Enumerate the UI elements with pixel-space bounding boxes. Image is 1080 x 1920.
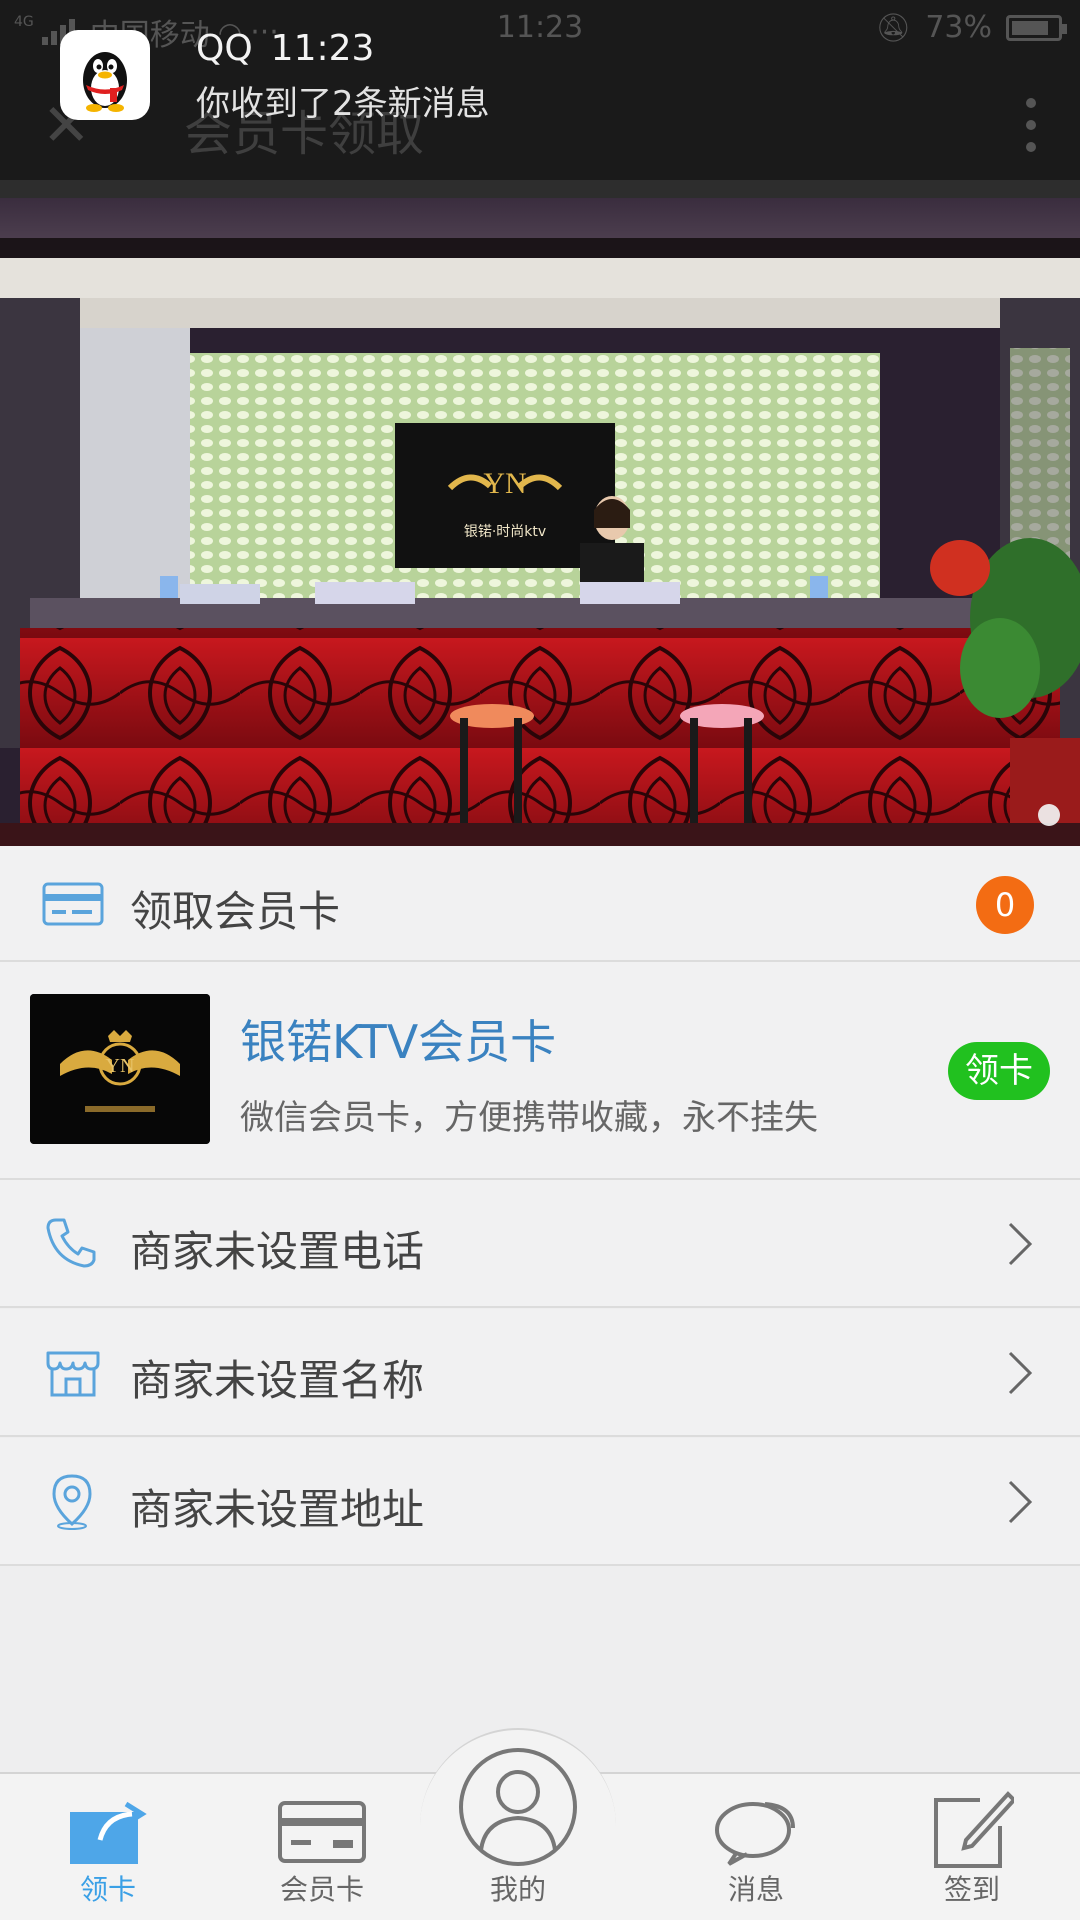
member-card-icon	[277, 1800, 367, 1868]
tab-mine-label: 我的	[489, 1873, 546, 1906]
notification-app-name: QQ	[196, 28, 253, 69]
claim-card-label: 领取会员卡	[130, 887, 341, 936]
claim-count-badge: 0	[976, 876, 1034, 934]
user-icon	[457, 1746, 579, 1872]
banner-sign-text: 银锘·时尚ktv	[464, 524, 546, 540]
tab-sign-in[interactable]: 签到	[904, 1772, 1040, 1920]
notification-message: 你收到了2条新消息	[196, 84, 490, 124]
tab-claim-card-label: 领卡	[79, 1873, 136, 1906]
qq-logo-icon	[60, 30, 150, 120]
tab-messages-label: 消息	[727, 1873, 784, 1906]
card-description: 微信会员卡，方便携带收藏，永不挂失	[240, 1098, 818, 1138]
phone-icon	[44, 1214, 100, 1274]
tab-member-card-label: 会员卡	[279, 1873, 364, 1906]
top-bar: 4G 中国移动 ◠ ··· 11:23 🔕︎ 73% ✕ 会员卡领取 QQ 11…	[0, 0, 1080, 180]
claim-card-header: 领取会员卡 0	[0, 846, 1080, 962]
card-title: 银锘KTV会员卡	[240, 1015, 557, 1069]
sign-in-icon	[930, 1786, 1017, 1874]
chevron-right-icon	[1006, 1220, 1034, 1272]
tab-messages[interactable]: 消息	[688, 1772, 824, 1920]
location-pin-icon	[44, 1472, 100, 1536]
qq-notification[interactable]: QQ 11:23 你收到了2条新消息	[0, 0, 1080, 150]
chevron-right-icon	[1006, 1349, 1034, 1401]
merchant-address-label: 商家未设置地址	[130, 1485, 425, 1534]
chevron-right-icon	[1006, 1478, 1034, 1530]
tab-member-card[interactable]: 会员卡	[254, 1772, 390, 1920]
member-card-item[interactable]: YN 银锘KTV会员卡 微信会员卡，方便携带收藏，永不挂失 领卡	[0, 962, 1080, 1180]
merchant-phone-label: 商家未设置电话	[130, 1227, 425, 1276]
notification-time: 11:23	[270, 28, 375, 69]
merchant-address-row[interactable]: 商家未设置地址	[0, 1438, 1080, 1566]
carousel-indicator[interactable]	[1038, 804, 1060, 826]
claim-card-icon	[66, 1794, 150, 1870]
claim-card-button[interactable]: 领卡	[948, 1042, 1050, 1100]
chat-icon	[713, 1794, 799, 1870]
notification-app: QQ 11:23	[196, 28, 374, 69]
tab-sign-in-label: 签到	[943, 1873, 1000, 1906]
tab-mine[interactable]: 我的	[450, 1740, 586, 1920]
merchant-name-row[interactable]: 商家未设置名称	[0, 1309, 1080, 1437]
card-icon	[42, 882, 104, 930]
tab-claim-card[interactable]: 领卡	[40, 1772, 176, 1920]
svg-text:YN: YN	[106, 1055, 135, 1077]
store-icon	[44, 1343, 102, 1405]
banner-image[interactable]: YN 银锘·时尚ktv	[0, 198, 1080, 846]
merchant-phone-row[interactable]: 商家未设置电话	[0, 1180, 1080, 1308]
header-divider	[0, 180, 1080, 198]
card-thumbnail: YN	[30, 994, 210, 1144]
merchant-name-label: 商家未设置名称	[130, 1356, 425, 1405]
